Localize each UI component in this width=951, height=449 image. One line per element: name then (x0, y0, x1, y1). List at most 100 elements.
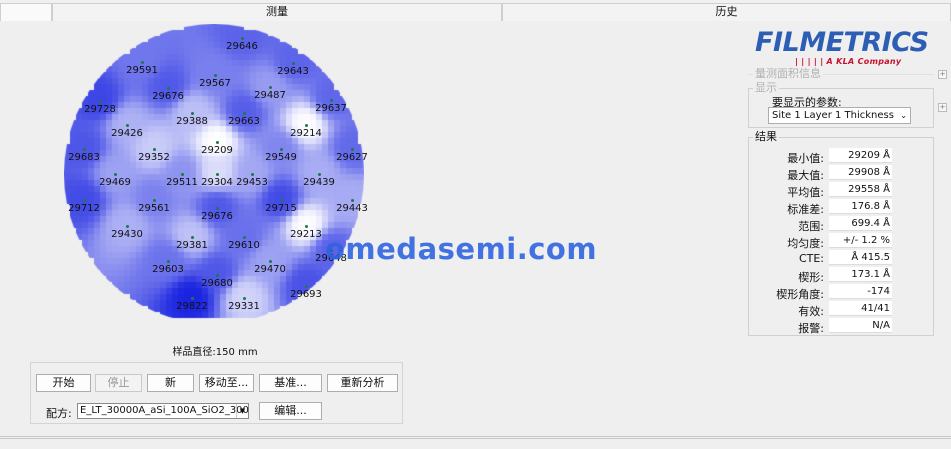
site-marker (351, 199, 354, 202)
site-marker (99, 100, 102, 103)
site-value: 29453 (236, 177, 268, 188)
site-marker (330, 99, 333, 102)
site-marker (280, 148, 283, 151)
result-label: 平均值: (787, 186, 824, 199)
result-label: 楔形角度: (776, 288, 824, 301)
site-value: 29712 (68, 203, 100, 214)
result-value: Å 415.5 (829, 250, 892, 265)
expand-icon[interactable]: + (938, 70, 947, 79)
chevron-down-icon[interactable]: ⌄ (900, 108, 907, 123)
site-marker (351, 148, 354, 151)
site-value: 29213 (290, 229, 322, 240)
site-value: 29549 (265, 152, 297, 163)
site-value: 29728 (84, 104, 116, 115)
site-value: 29822 (176, 301, 208, 312)
recipe-label: 配方: (46, 407, 72, 420)
site-marker (305, 124, 308, 127)
site-marker (126, 124, 129, 127)
site-value: 29381 (176, 240, 208, 251)
wafer-map: 29646 29591 29643 29567 29676 29487 29637 29728… (64, 24, 368, 324)
result-row: 均匀度: +/- 1.2 % (748, 233, 934, 250)
result-label: 有效: (798, 305, 824, 318)
result-value: +/- 1.2 % (829, 233, 892, 248)
site-value: 29676 (201, 211, 233, 222)
edit-button[interactable]: 编辑... (259, 402, 322, 420)
tab-history[interactable]: 历史 (502, 3, 951, 21)
site-value: 29591 (126, 65, 158, 76)
site-marker (167, 87, 170, 90)
results-title: 结果 (753, 130, 779, 143)
stop-button[interactable]: 停止 (95, 374, 142, 392)
site-value: 29663 (228, 116, 260, 127)
result-value: 29209 Å (829, 148, 892, 163)
site-marker (280, 199, 283, 202)
site-marker (216, 173, 219, 176)
baseline-button[interactable]: 基准... (259, 374, 322, 392)
result-label: 均匀度: (787, 237, 824, 250)
param-select[interactable]: Site 1 Layer 1 Thickness ⌄ (768, 107, 911, 124)
move-to-button[interactable]: 移动至... (199, 374, 254, 392)
site-marker (292, 62, 295, 65)
watermark: omedasemi.com (325, 232, 598, 266)
site-value: 29610 (228, 240, 260, 251)
site-value: 29470 (254, 264, 286, 275)
site-value: 29352 (138, 152, 170, 163)
param-value: Site 1 Layer 1 Thickness (772, 110, 894, 121)
result-value: 41/41 (829, 301, 892, 316)
site-marker (191, 297, 194, 300)
site-value: 29567 (199, 78, 231, 89)
start-button[interactable]: 开始 (36, 374, 91, 392)
site-marker (83, 199, 86, 202)
tab-bar: 测量 历史 (0, 0, 951, 21)
site-value: 29443 (336, 203, 368, 214)
result-value: 176.8 Å (829, 199, 892, 214)
site-marker (243, 112, 246, 115)
recipe-select[interactable]: E_LT_30000A_aSi_100A_SiO2_300 ▼ (77, 403, 249, 419)
logo-name: FILMETRICS (755, 27, 929, 58)
result-label: 楔形: (798, 271, 824, 284)
site-value: 29511 (166, 177, 198, 188)
site-marker (83, 148, 86, 151)
new-button[interactable]: 新 (147, 374, 194, 392)
chevron-down-icon[interactable]: ▼ (236, 404, 248, 418)
site-marker (126, 225, 129, 228)
site-marker (269, 86, 272, 89)
site-marker (216, 207, 219, 210)
result-row: CTE: Å 415.5 (748, 250, 934, 267)
recipe-value: E_LT_30000A_aSi_100A_SiO2_300 (80, 405, 249, 416)
result-label: 报警: (798, 322, 824, 335)
site-marker (191, 236, 194, 239)
site-marker (141, 61, 144, 64)
site-marker (167, 260, 170, 263)
result-row: 最小值: 29209 Å (748, 148, 934, 165)
site-marker (153, 199, 156, 202)
site-value: 29637 (315, 103, 347, 114)
expand-icon[interactable]: + (938, 103, 947, 112)
site-marker (153, 148, 156, 151)
tab-blank[interactable] (0, 3, 52, 21)
result-row: 最大值: 29908 Å (748, 165, 934, 182)
site-marker (269, 260, 272, 263)
result-value: 29558 Å (829, 182, 892, 197)
site-marker (305, 225, 308, 228)
site-value: 29646 (226, 41, 258, 52)
site-marker (114, 173, 117, 176)
site-value: 29693 (290, 289, 322, 300)
result-value: 29908 Å (829, 165, 892, 180)
display-title: 显示 (753, 81, 779, 94)
site-value: 29680 (201, 278, 233, 289)
site-marker (214, 74, 217, 77)
site-value: 29683 (68, 152, 100, 163)
site-value: 29627 (336, 152, 368, 163)
result-value: 173.1 Å (829, 267, 892, 282)
site-value: 29331 (228, 301, 260, 312)
reanalyze-button[interactable]: 重新分析 (327, 374, 398, 392)
area-info-title: 量测面积信息 (753, 67, 823, 80)
site-value: 29439 (303, 177, 335, 188)
result-value: 699.4 Å (829, 216, 892, 231)
tab-measure[interactable]: 测量 (52, 3, 502, 21)
site-value: 29603 (152, 264, 184, 275)
site-marker (181, 173, 184, 176)
result-row: 范围: 699.4 Å (748, 216, 934, 233)
site-value: 29487 (254, 90, 286, 101)
